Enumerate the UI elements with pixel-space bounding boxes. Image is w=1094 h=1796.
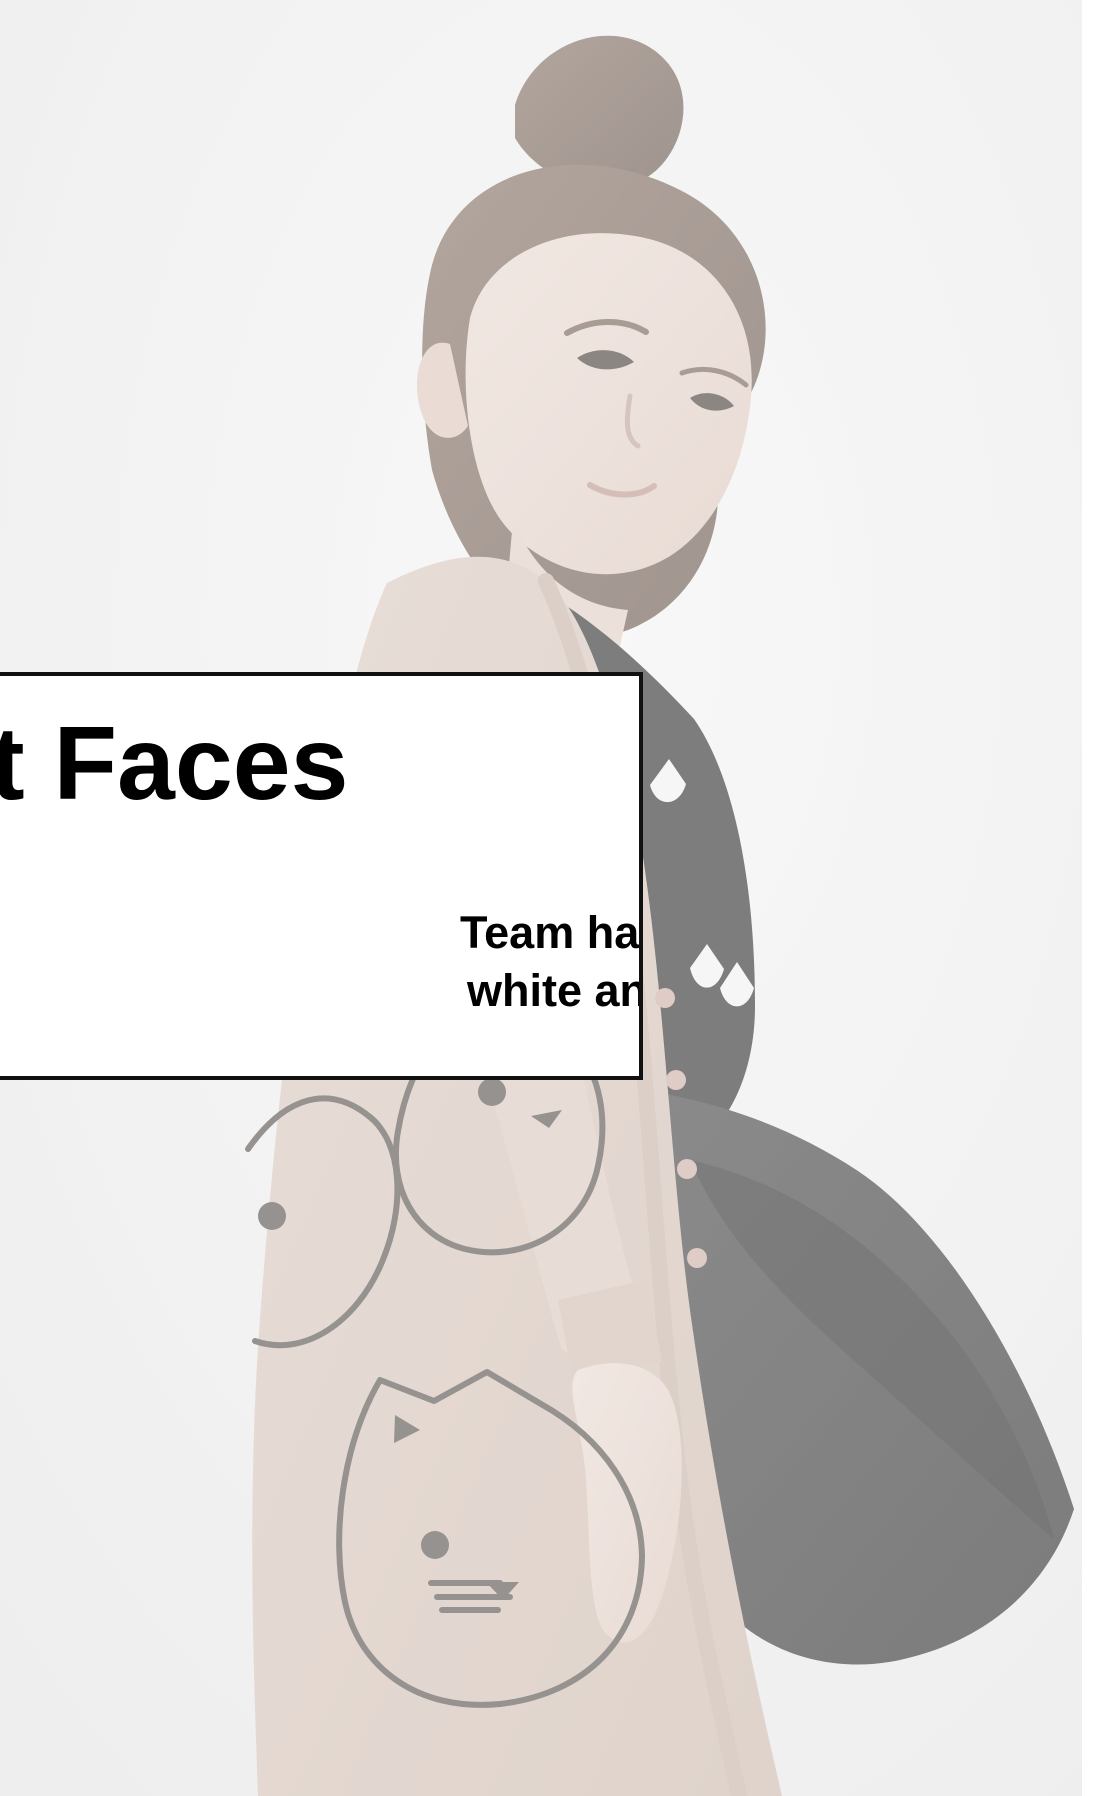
caption-body-line: white and cat trend.	[467, 965, 639, 1016]
fashion-photo-slide: t Faces Team have been tracking white an…	[0, 0, 1094, 1796]
right-edge-strip	[1082, 0, 1094, 1796]
caption-body-line: Team have been tracking	[460, 907, 640, 958]
caption-title: t Faces	[0, 706, 349, 822]
caption-body: Team have been tracking white and cat tr…	[0, 904, 640, 1020]
caption-card: t Faces Team have been tracking white an…	[0, 672, 643, 1080]
